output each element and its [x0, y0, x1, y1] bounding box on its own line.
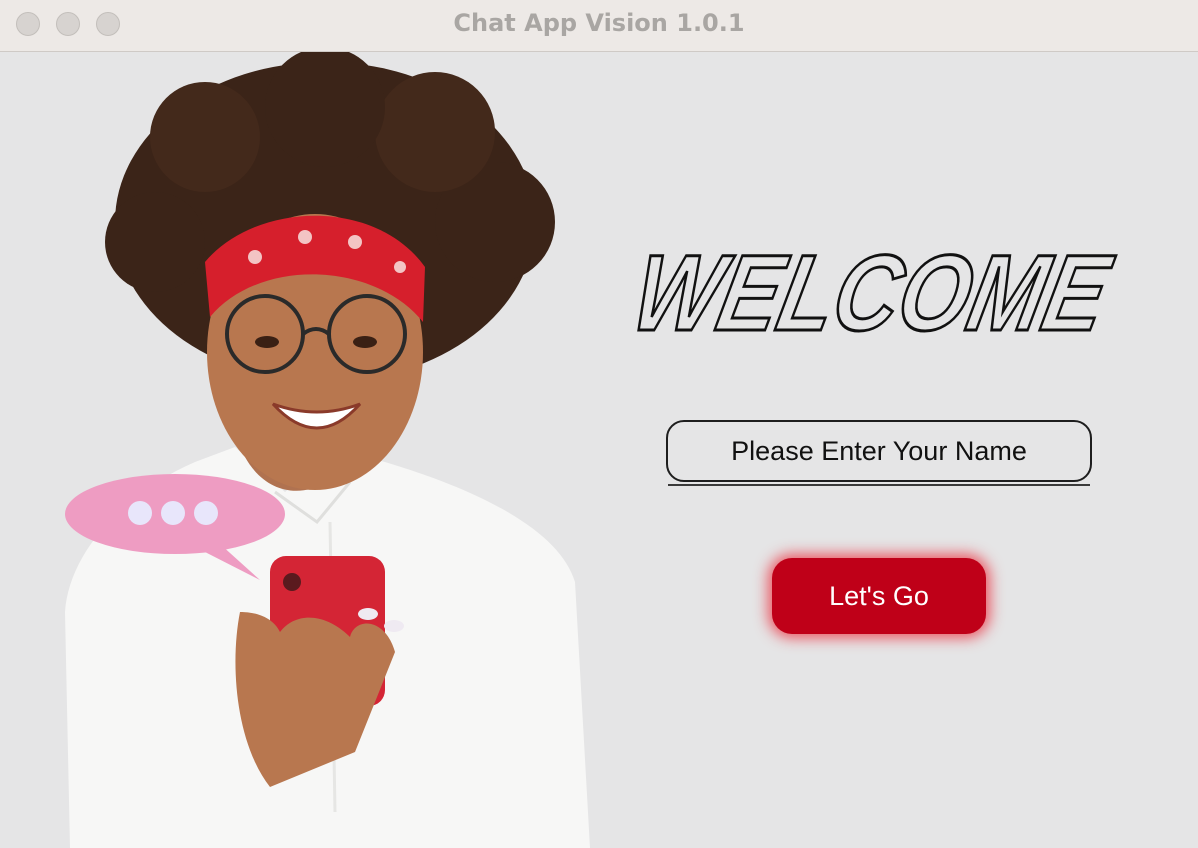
hero-illustration	[65, 52, 590, 848]
lets-go-button[interactable]: Let's Go	[772, 558, 986, 634]
welcome-screen: WELCOME Let's Go	[0, 52, 1198, 848]
typing-dot-icon	[194, 501, 218, 525]
name-input[interactable]	[666, 420, 1092, 482]
window-title: Chat App Vision 1.0.1	[453, 9, 745, 37]
app-window: Chat App Vision 1.0.1 WELCOME Please Ent…	[0, 0, 1198, 848]
name-input-underline	[668, 484, 1090, 486]
welcome-heading: WELCOME	[622, 232, 1123, 347]
svg-text:WELCOME: WELCOME	[623, 233, 1121, 347]
typing-dot-icon	[161, 501, 185, 525]
typing-dot-icon	[128, 501, 152, 525]
title-bar: Chat App Vision 1.0.1	[0, 0, 1198, 52]
